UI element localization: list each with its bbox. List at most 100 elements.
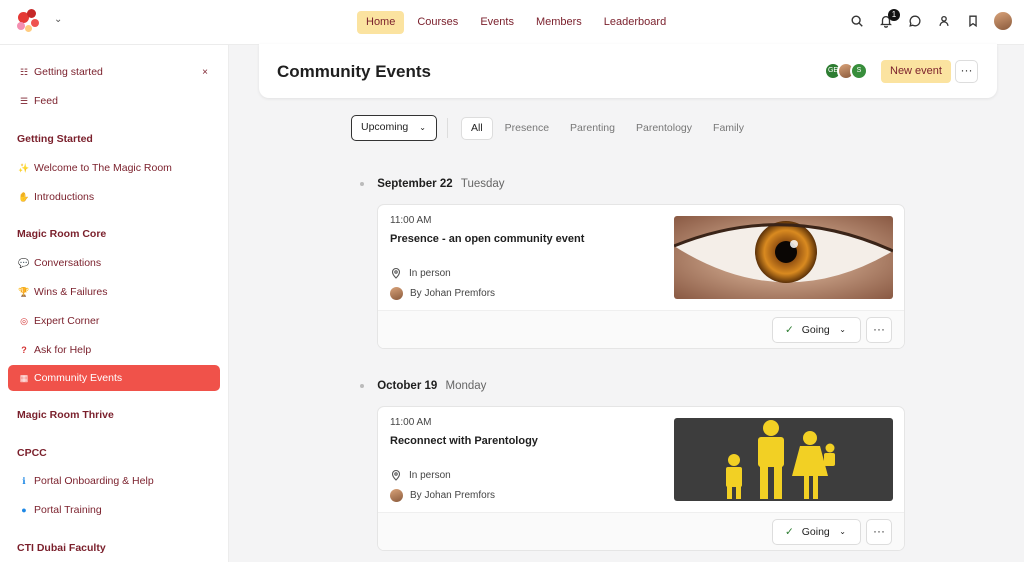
- event-host: By Johan Premfors: [390, 489, 495, 502]
- check-icon: ✓: [785, 324, 794, 336]
- sparkles-icon: ✨: [18, 162, 30, 173]
- sidebar-item-portal-onboarding[interactable]: ℹ Portal Onboarding & Help: [8, 468, 220, 494]
- sidebar-item-label: Portal Onboarding & Help: [34, 475, 154, 487]
- section-heading-core[interactable]: Magic Room Core: [17, 228, 106, 240]
- sidebar-item-community-events[interactable]: ▦ Community Events: [8, 365, 220, 391]
- filter-divider: [447, 118, 448, 138]
- event-card-footer: ✓ Going ⌄ ···: [378, 512, 904, 550]
- speech-bubble-icon: 💬: [18, 257, 30, 268]
- calendar-icon: ▦: [19, 372, 29, 383]
- chevron-down-icon: ⌄: [839, 527, 846, 536]
- search-icon[interactable]: [849, 13, 865, 29]
- user-avatar[interactable]: [994, 12, 1012, 30]
- sidebar-item-portal-training[interactable]: ● Portal Training: [8, 497, 220, 523]
- chevron-down-icon: ⌄: [419, 123, 426, 132]
- more-options-button[interactable]: ···: [955, 60, 978, 83]
- event-title[interactable]: Reconnect with Parentology: [390, 435, 538, 447]
- event-weekday: Monday: [445, 380, 487, 392]
- page-header: Community Events GE S New event ···: [259, 44, 997, 98]
- event-host: By Johan Premfors: [390, 287, 495, 300]
- tab-parentology[interactable]: Parentology: [627, 117, 701, 140]
- nav-leaderboard[interactable]: Leaderboard: [595, 11, 675, 34]
- sidebar-item-help[interactable]: ? Ask for Help: [8, 337, 220, 363]
- chevron-down-icon: ⌄: [839, 325, 846, 334]
- nav-events[interactable]: Events: [471, 11, 523, 34]
- sidebar-item-label: Community Events: [34, 372, 123, 384]
- tab-family[interactable]: Family: [704, 117, 753, 140]
- event-cover-image[interactable]: [674, 216, 893, 299]
- sidebar-item-feed[interactable]: ☰ Feed: [8, 88, 220, 114]
- sidebar-item-label: Feed: [34, 95, 58, 107]
- sidebar-item-expert[interactable]: ◎ Expert Corner: [8, 308, 220, 334]
- attendee-avatars[interactable]: GE S: [824, 62, 868, 80]
- nav-home[interactable]: Home: [357, 11, 405, 34]
- sidebar-item-welcome[interactable]: ✨ Welcome to The Magic Room: [8, 155, 220, 181]
- event-card-footer: ✓ Going ⌄ ···: [378, 310, 904, 348]
- event-card[interactable]: 11:00 AM Presence - an open community ev…: [377, 204, 905, 349]
- close-icon[interactable]: ×: [202, 67, 208, 78]
- section-heading-getting-started[interactable]: Getting Started: [17, 133, 93, 145]
- blue-circle-icon: ●: [21, 505, 27, 515]
- event-more-button[interactable]: ···: [866, 519, 892, 545]
- list-icon: ☰: [19, 95, 29, 106]
- event-title[interactable]: Presence - an open community event: [390, 233, 584, 245]
- event-more-button[interactable]: ···: [866, 317, 892, 343]
- location-pin-icon: [391, 267, 401, 279]
- event-location: In person: [390, 469, 451, 481]
- chat-icon[interactable]: [907, 13, 923, 29]
- rsvp-label: Going: [801, 526, 830, 538]
- tab-parenting[interactable]: Parenting: [561, 117, 624, 140]
- event-date: October 19: [377, 380, 438, 392]
- section-heading-cti[interactable]: CTI Dubai Faculty: [17, 542, 106, 554]
- sidebar-item-label: Conversations: [34, 257, 102, 269]
- event-date: September 22: [377, 178, 453, 190]
- trophy-icon: 🏆: [18, 286, 30, 297]
- event-location-text: In person: [409, 267, 451, 279]
- sidebar-item-label: Welcome to The Magic Room: [34, 162, 172, 174]
- sidebar-item-getting-started[interactable]: ☷ Getting started ×: [8, 59, 220, 85]
- checklist-icon: ☷: [19, 66, 29, 77]
- event-time: 11:00 AM: [390, 215, 432, 226]
- section-heading-cpcc[interactable]: CPCC: [17, 447, 47, 459]
- event-date-heading: September 22 Tuesday: [360, 178, 505, 190]
- sidebar-item-label: Portal Training: [34, 504, 102, 516]
- sidebar-item-label: Introductions: [34, 191, 95, 203]
- time-filter-dropdown[interactable]: Upcoming ⌄: [351, 115, 437, 141]
- tab-all[interactable]: All: [461, 117, 493, 140]
- nav-courses[interactable]: Courses: [408, 11, 467, 34]
- section-heading-thrive[interactable]: Magic Room Thrive: [17, 409, 114, 421]
- tab-presence[interactable]: Presence: [496, 117, 558, 140]
- main-nav: Home Courses Events Members Leaderboard: [357, 11, 675, 34]
- event-location-text: In person: [409, 469, 451, 481]
- notifications-icon[interactable]: 1: [878, 9, 900, 29]
- event-date-heading: October 19 Monday: [360, 380, 486, 392]
- chevron-down-icon[interactable]: ⌄: [54, 14, 62, 25]
- event-cover-image[interactable]: [674, 418, 893, 501]
- timeline-dot: [360, 181, 364, 186]
- top-bar: ⌄ Home Courses Events Members Leaderboar…: [0, 0, 1024, 45]
- topic-tabs: All Presence Parenting Parentology Famil…: [461, 117, 753, 140]
- brand-logo[interactable]: [14, 9, 44, 35]
- sidebar-item-introductions[interactable]: ✋ Introductions: [8, 184, 220, 210]
- new-event-button[interactable]: New event: [881, 60, 951, 83]
- members-icon[interactable]: [936, 13, 952, 29]
- host-avatar: [390, 489, 403, 502]
- target-icon: ◎: [20, 315, 28, 326]
- rsvp-label: Going: [801, 324, 830, 336]
- sidebar-item-label: Expert Corner: [34, 315, 100, 327]
- avatar: S: [850, 62, 868, 80]
- sidebar-item-wins[interactable]: 🏆 Wins & Failures: [8, 279, 220, 305]
- rsvp-dropdown[interactable]: ✓ Going ⌄: [772, 519, 861, 545]
- nav-members[interactable]: Members: [527, 11, 591, 34]
- event-weekday: Tuesday: [460, 178, 505, 190]
- rsvp-dropdown[interactable]: ✓ Going ⌄: [772, 317, 861, 343]
- sidebar-item-conversations[interactable]: 💬 Conversations: [8, 250, 220, 276]
- top-actions: 1: [849, 9, 1012, 30]
- eye-image: [674, 216, 893, 299]
- raised-hand-icon: ✋: [18, 191, 30, 202]
- event-card[interactable]: 11:00 AM Reconnect with Parentology In p…: [377, 406, 905, 551]
- check-icon: ✓: [785, 526, 794, 538]
- event-time: 11:00 AM: [390, 417, 432, 428]
- event-location: In person: [390, 267, 451, 279]
- bookmark-icon[interactable]: [965, 13, 981, 29]
